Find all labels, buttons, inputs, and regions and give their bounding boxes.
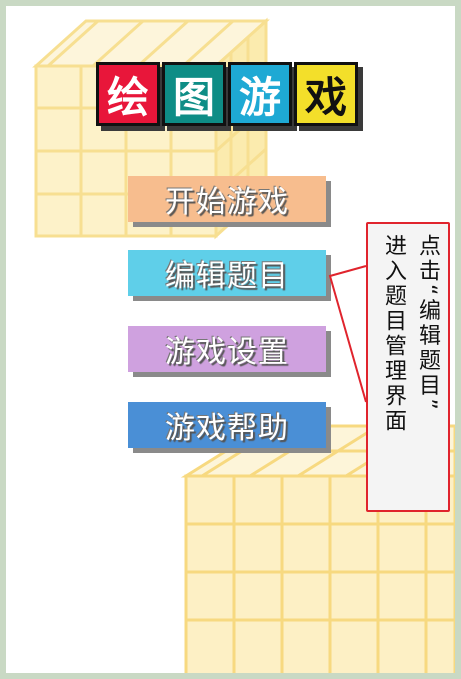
annotation-callout: 点击“编辑题目” 进入题目管理界面 (366, 222, 450, 512)
app-screen: 绘 图 游 戏 开始游戏 编辑题目 游戏设置 游戏帮助 点击“编辑题目” 进入题… (6, 6, 455, 673)
game-settings-button[interactable]: 游戏设置 (128, 326, 326, 372)
callout-pointer (328, 265, 367, 403)
start-game-button[interactable]: 开始游戏 (128, 176, 326, 222)
title-tile-1: 绘 (96, 62, 160, 126)
title-char-1: 绘 (106, 72, 149, 122)
game-help-button[interactable]: 游戏帮助 (128, 402, 326, 448)
title-char-3: 游 (238, 72, 281, 122)
title-tile-3: 游 (228, 62, 292, 126)
title-char-2: 图 (172, 72, 215, 122)
title-char-4: 戏 (304, 72, 347, 122)
game-title-logo: 绘 图 游 戏 (96, 62, 366, 132)
edit-questions-button[interactable]: 编辑题目 (128, 250, 326, 296)
annotation-line-1: 点击“编辑题目” (415, 234, 440, 413)
title-tile-2: 图 (162, 62, 226, 126)
annotation-line-2: 进入题目管理界面 (381, 234, 406, 434)
title-tile-4: 戏 (294, 62, 358, 126)
